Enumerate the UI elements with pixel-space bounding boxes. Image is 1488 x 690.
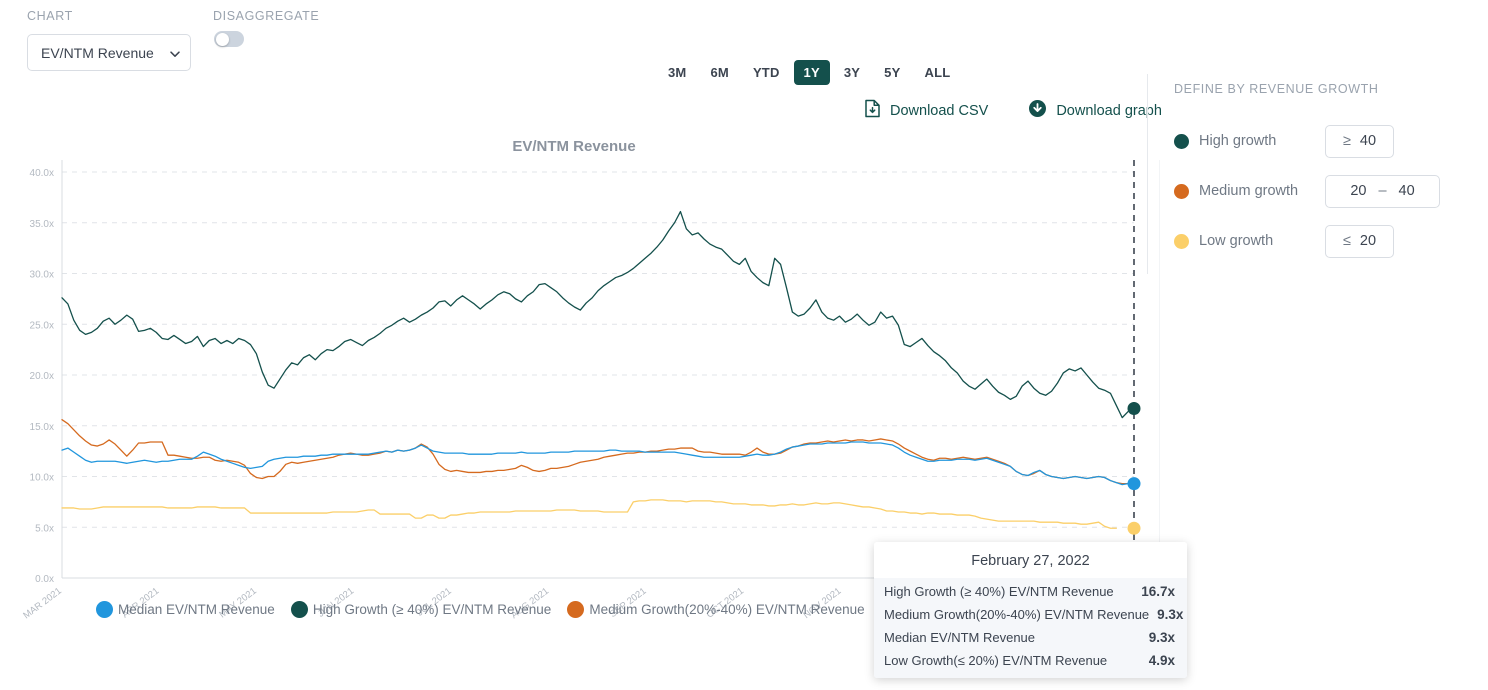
- low-growth-threshold-input[interactable]: ≤ 20: [1325, 225, 1394, 258]
- toggle-knob: [216, 33, 229, 46]
- svg-text:20.0x: 20.0x: [30, 371, 54, 382]
- growth-row-low: Low growth ≤ 20: [1174, 216, 1488, 266]
- medium-growth-separator: –: [1378, 183, 1386, 199]
- range-tab-ytd[interactable]: YTD: [743, 60, 790, 85]
- legend-dot-median: [96, 601, 113, 618]
- tooltip-value-median: 9.3x: [1149, 630, 1175, 645]
- chart-title: EV/NTM Revenue: [0, 138, 1148, 155]
- low-growth-operator: ≤: [1343, 233, 1351, 249]
- tooltip-label-low: Low Growth(≤ 20%) EV/NTM Revenue: [884, 653, 1107, 668]
- range-tab-3y[interactable]: 3Y: [834, 60, 870, 85]
- tooltip-value-low: 4.9x: [1149, 653, 1175, 668]
- tooltip-row-medium: Medium Growth(20%-40%) EV/NTM Revenue 9.…: [874, 603, 1187, 626]
- high-growth-threshold-input[interactable]: ≥ 40: [1325, 125, 1394, 158]
- growth-row-high: High growth ≥ 40: [1174, 116, 1488, 166]
- tooltip-row-low: Low Growth(≤ 20%) EV/NTM Revenue 4.9x: [874, 649, 1187, 672]
- high-growth-color-dot: [1174, 134, 1189, 149]
- define-by-revenue-growth-panel: DEFINE BY REVENUE GROWTH High growth ≥ 4…: [1147, 74, 1488, 274]
- svg-text:10.0x: 10.0x: [30, 473, 54, 484]
- high-growth-value: 40: [1360, 133, 1376, 149]
- svg-text:0.0x: 0.0x: [35, 574, 54, 585]
- medium-growth-label: Medium growth: [1199, 183, 1325, 199]
- chart-select-value: EV/NTM Revenue: [41, 45, 169, 61]
- tooltip-row-median: Median EV/NTM Revenue 9.3x: [874, 626, 1187, 649]
- time-range-tabs: 3M 6M YTD 1Y 3Y 5Y ALL: [658, 60, 960, 85]
- range-tab-1y[interactable]: 1Y: [794, 60, 830, 85]
- medium-growth-color-dot: [1174, 184, 1189, 199]
- svg-text:30.0x: 30.0x: [30, 270, 54, 281]
- svg-text:5.0x: 5.0x: [35, 523, 54, 534]
- svg-text:15.0x: 15.0x: [30, 422, 54, 433]
- tooltip-label-high: High Growth (≥ 40%) EV/NTM Revenue: [884, 584, 1114, 599]
- tooltip-label-median: Median EV/NTM Revenue: [884, 630, 1035, 645]
- medium-growth-value-max: 40: [1399, 183, 1415, 199]
- legend-label-medium-growth: Medium Growth(20%-40%) EV/NTM Revenue: [589, 602, 864, 617]
- svg-text:35.0x: 35.0x: [30, 219, 54, 230]
- chevron-down-icon: [169, 47, 180, 58]
- legend-dot-medium-growth: [567, 601, 584, 618]
- legend-label-high-growth: High Growth (≥ 40%) EV/NTM Revenue: [313, 602, 552, 617]
- disaggregate-label: DISAGGREGATE: [213, 9, 319, 23]
- legend-item-median[interactable]: Median EV/NTM Revenue: [96, 601, 275, 618]
- plot-area[interactable]: 0.0x 5.0x 10.0x 15.0x 20.0x 25.0x 30.0x 35.0x 40…: [0, 160, 1160, 590]
- download-actions: Download CSV Download graph: [864, 99, 1162, 122]
- range-tab-all[interactable]: ALL: [914, 60, 960, 85]
- svg-text:MAR 2021: MAR 2021: [21, 586, 63, 620]
- tooltip-row-high: High Growth (≥ 40%) EV/NTM Revenue 16.7x: [874, 580, 1187, 603]
- high-growth-label: High growth: [1199, 133, 1325, 149]
- range-tab-5y[interactable]: 5Y: [874, 60, 910, 85]
- tooltip-value-high: 16.7x: [1141, 584, 1175, 599]
- low-growth-value: 20: [1360, 233, 1376, 249]
- medium-growth-value-min: 20: [1350, 183, 1366, 199]
- legend-label-median: Median EV/NTM Revenue: [118, 602, 275, 617]
- chart-select-label: CHART: [27, 9, 73, 23]
- download-circle-icon: [1028, 99, 1047, 122]
- tooltip-rows: High Growth (≥ 40%) EV/NTM Revenue 16.7x…: [874, 578, 1187, 678]
- low-growth-label: Low growth: [1199, 233, 1325, 249]
- legend-item-medium-growth[interactable]: Medium Growth(20%-40%) EV/NTM Revenue: [567, 601, 864, 618]
- download-csv-label: Download CSV: [890, 103, 988, 119]
- download-csv-button[interactable]: Download CSV: [864, 99, 988, 122]
- chart-tooltip: February 27, 2022 High Growth (≥ 40%) EV…: [874, 542, 1187, 678]
- growth-row-medium: Medium growth 20 – 40: [1174, 166, 1488, 216]
- svg-text:40.0x: 40.0x: [30, 168, 54, 179]
- chart-select[interactable]: EV/NTM Revenue: [27, 34, 191, 71]
- file-download-icon: [864, 99, 881, 122]
- high-growth-operator: ≥: [1343, 133, 1351, 149]
- tooltip-date: February 27, 2022: [874, 542, 1187, 578]
- medium-growth-threshold-input[interactable]: 20 – 40: [1325, 175, 1440, 208]
- low-growth-color-dot: [1174, 234, 1189, 249]
- range-tab-6m[interactable]: 6M: [700, 60, 738, 85]
- panel-title: DEFINE BY REVENUE GROWTH: [1174, 82, 1488, 96]
- tooltip-label-medium: Medium Growth(20%-40%) EV/NTM Revenue: [884, 607, 1149, 622]
- download-graph-button[interactable]: Download graph: [1028, 99, 1162, 122]
- range-tab-3m[interactable]: 3M: [658, 60, 696, 85]
- tooltip-value-medium: 9.3x: [1157, 607, 1183, 622]
- disaggregate-toggle[interactable]: [214, 31, 244, 47]
- legend-item-high-growth[interactable]: High Growth (≥ 40%) EV/NTM Revenue: [291, 601, 552, 618]
- svg-text:25.0x: 25.0x: [30, 320, 54, 331]
- legend-dot-high-growth: [291, 601, 308, 618]
